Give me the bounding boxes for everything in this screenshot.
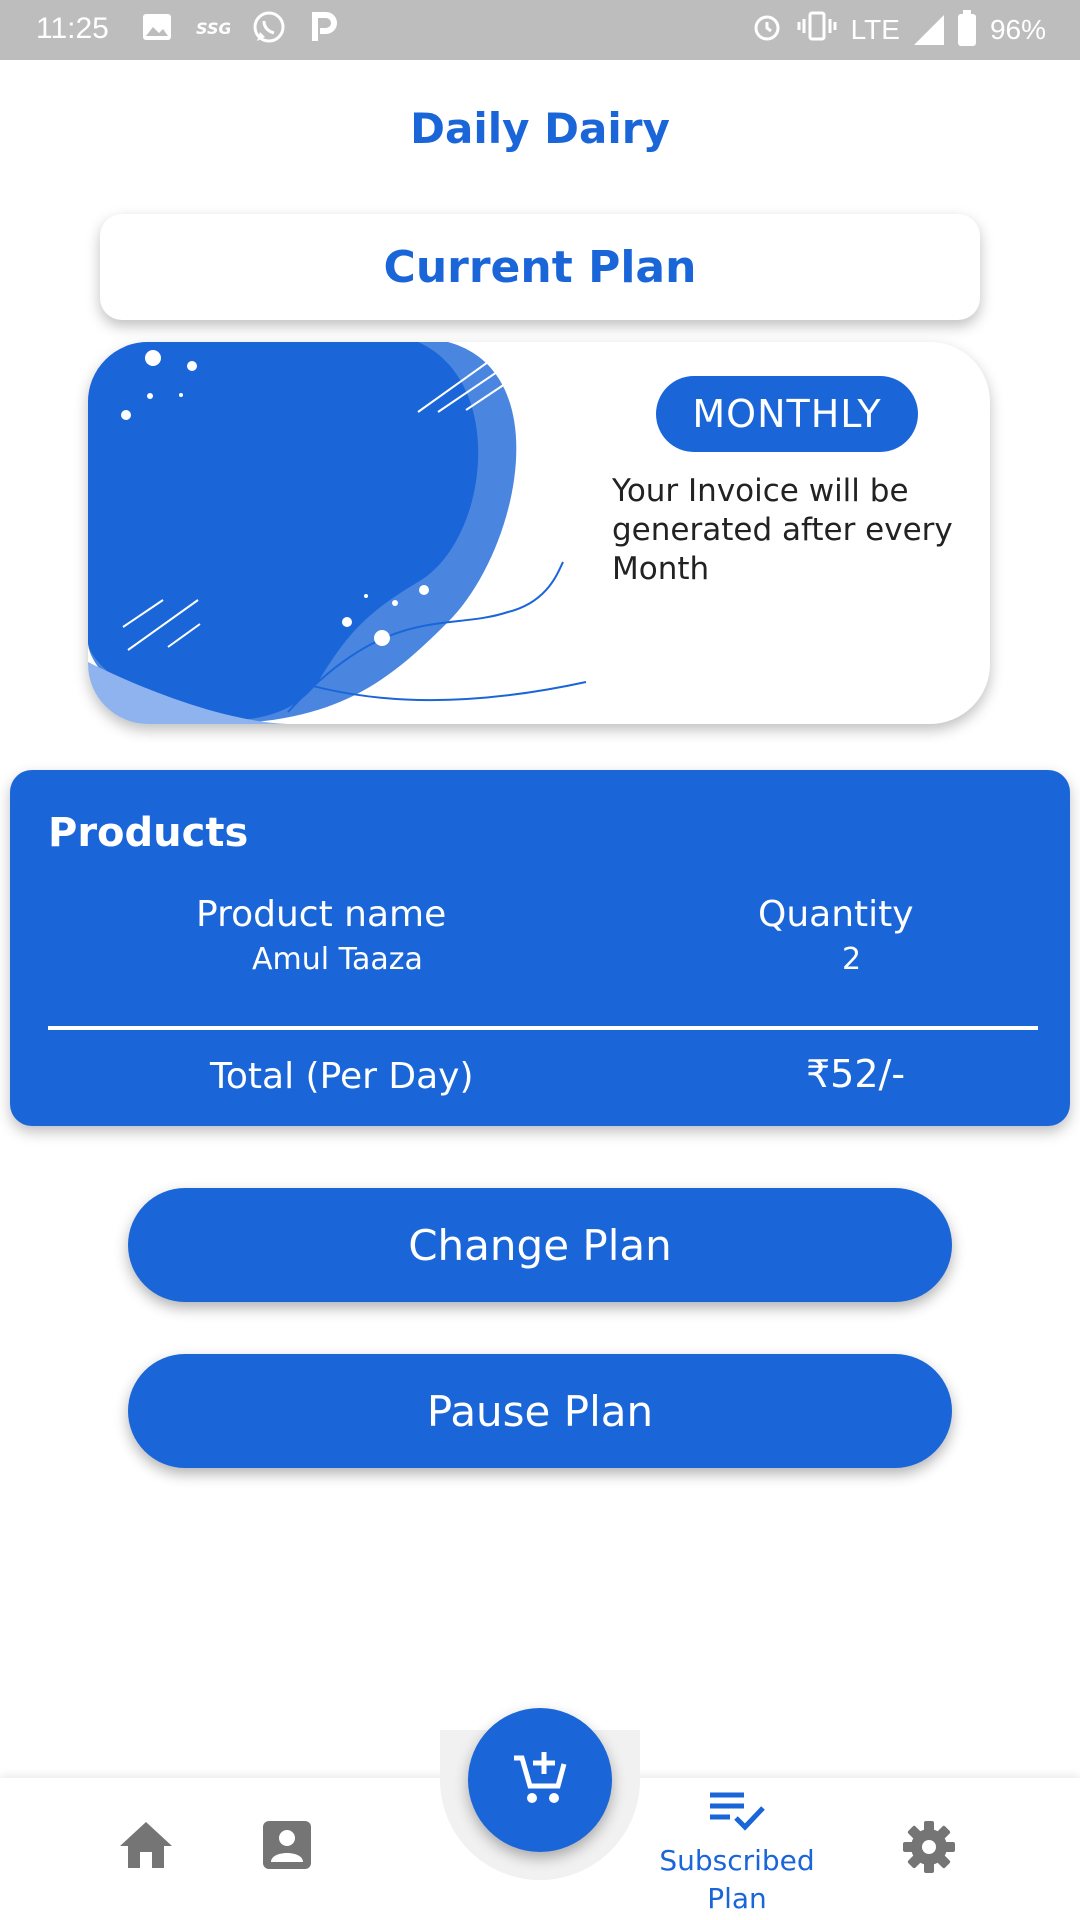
vibrate-icon xyxy=(797,11,837,48)
products-title: Products xyxy=(48,810,249,856)
invoice-description: Your Invoice will be generated after eve… xyxy=(612,473,953,587)
total-label: Total (Per Day) xyxy=(210,1056,474,1097)
product-name-header: Product name xyxy=(196,894,447,935)
home-icon xyxy=(118,1820,174,1874)
signal-icon xyxy=(913,14,944,45)
change-plan-button[interactable]: Change Plan xyxy=(128,1188,952,1302)
nav-subscribed-plan[interactable]: Subscribed Plan xyxy=(640,1790,834,1918)
ssg-icon: SSG xyxy=(196,10,230,44)
total-value: ₹52/- xyxy=(806,1052,906,1096)
network-type: LTE xyxy=(850,13,900,45)
quantity-header: Quantity xyxy=(758,894,914,935)
product-name-value: Amul Taaza xyxy=(252,942,423,977)
nav-home[interactable] xyxy=(118,1820,174,1874)
plan-card: MONTHLY Your Invoice will be generated a… xyxy=(88,342,990,724)
battery-percent: 96% xyxy=(989,13,1046,45)
products-card: Products Product name Quantity Amul Taaz… xyxy=(10,770,1070,1126)
products-divider xyxy=(48,1026,1038,1030)
image-icon xyxy=(140,10,174,44)
p-icon xyxy=(308,10,342,44)
nav-subscribed-plan-label: Subscribed Plan xyxy=(659,1844,815,1915)
current-plan-heading: Current Plan xyxy=(100,214,980,320)
status-time: 11:25 xyxy=(36,12,109,45)
nav-settings[interactable] xyxy=(902,1820,956,1878)
plan-type-badge: MONTHLY xyxy=(656,376,918,452)
svg-text:SSG: SSG xyxy=(196,19,230,38)
status-bar: 11:25 SSG LTE 96% xyxy=(0,0,1080,60)
subscribed-plan-icon xyxy=(708,1790,766,1836)
battery-icon xyxy=(957,9,976,46)
pause-plan-button[interactable]: Pause Plan xyxy=(128,1354,952,1468)
nav-profile[interactable] xyxy=(262,1820,312,1874)
app-title: Daily Dairy xyxy=(410,104,670,153)
alarm-icon xyxy=(751,10,783,49)
product-quantity-value: 2 xyxy=(842,942,862,977)
whatsapp-icon xyxy=(252,10,286,44)
add-to-cart-button[interactable] xyxy=(468,1708,612,1852)
profile-icon xyxy=(262,1820,312,1874)
plan-illustration xyxy=(88,342,587,724)
add-to-cart-icon xyxy=(510,1748,570,1812)
settings-icon xyxy=(902,1820,956,1878)
